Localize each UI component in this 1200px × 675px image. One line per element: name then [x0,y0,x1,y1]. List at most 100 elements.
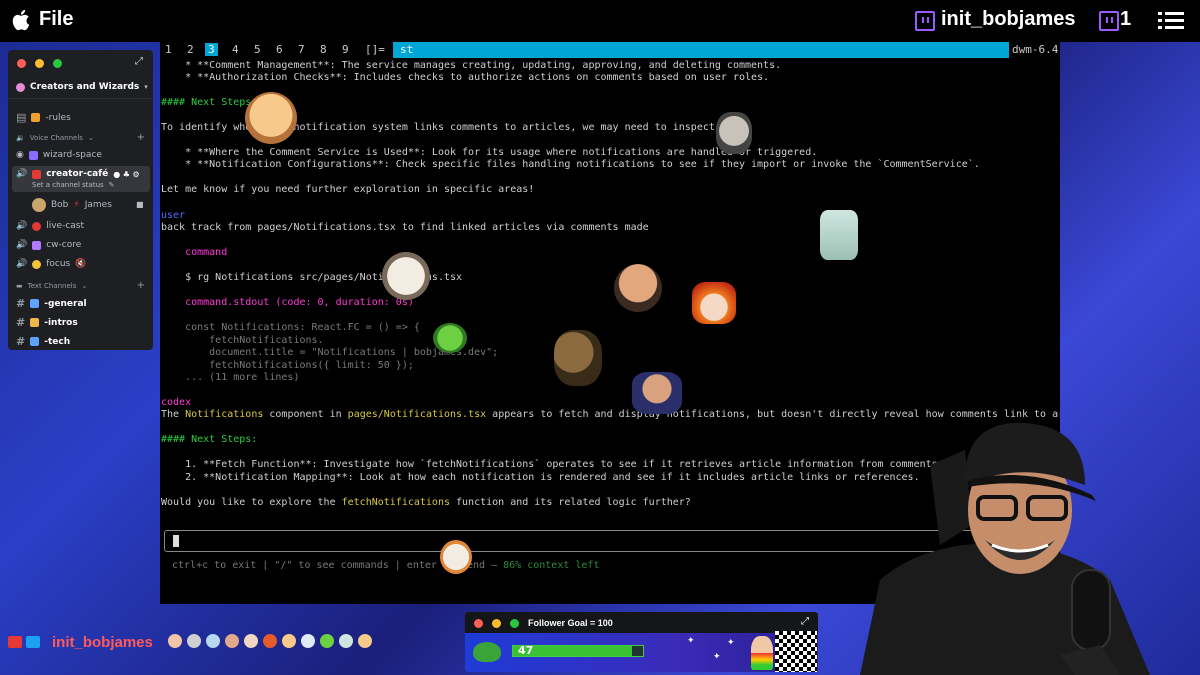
top-bar: File init_bobjames 1 [0,0,1200,42]
fire-alpaca-emote-icon [692,282,736,324]
bottom-username: init_bobjames [52,634,153,651]
sparkle-icon: ✦ [713,652,721,662]
discord-panel: ⤢ Creators and Wizards ▾ ▤ -rules 🔉 Voic… [8,50,153,350]
tag-7[interactable]: 7 [298,43,305,56]
output-line: * **Comment Management**: The service ma… [161,60,782,71]
voice-channel-cw-core[interactable]: 🔊 cw-core [16,240,81,250]
code-line: ... (11 more lines) [161,372,300,383]
muted-icon: 🔇 [75,259,87,269]
tag-2[interactable]: 2 [187,43,194,56]
speaker-small-icon: ▬ [16,282,23,290]
speaker-icon: 🔊 [16,240,28,250]
sparkle-icon: ✦ [687,636,695,646]
minimize-dot[interactable] [35,59,44,68]
chat-emote-icon [301,634,315,648]
voice-user-row[interactable]: Bob ⚡ James [32,198,112,212]
expand-icon[interactable]: ⤢ [801,616,809,627]
text-channel-tech[interactable]: # -tech [16,335,70,348]
viewer-count: 1 [1120,8,1132,30]
maximize-dot[interactable] [53,59,62,68]
maximize-dot[interactable] [510,619,519,628]
channel-rules[interactable]: ▤ -rules [16,111,71,124]
laptop-icon [30,337,40,346]
tag-6[interactable]: 6 [276,43,283,56]
command-label: command [161,247,228,258]
channel-label: focus [46,259,71,269]
add-text-channel-icon[interactable]: + [137,280,145,291]
close-dot[interactable] [474,619,483,628]
cheer-emote-icon [632,372,682,414]
apple-icon[interactable] [10,8,30,32]
goal-title: Follower Goal = 100 [528,618,613,628]
chat-emote-icon [225,634,239,648]
frog-emote-icon [433,323,467,353]
live-dot-icon [32,221,42,231]
camera-icon [26,636,40,648]
chat-emote-icon [339,634,353,648]
wm-version: dwm-6.4 [1012,43,1059,56]
chevron-down-icon: ⌄ [87,134,94,142]
text-channel-intros[interactable]: # -intros [16,316,78,329]
record-icon [8,636,22,648]
text-channel-general[interactable]: # -general [16,297,87,310]
chat-emote-icon [358,634,372,648]
chat-emote-icon [263,634,277,648]
stage-icon: ◉ [16,150,24,160]
stdout-label: command.stdout (code: 0, duration: 0s) [161,297,414,308]
tag-9[interactable]: 9 [342,43,349,56]
channel-label: -general [44,298,87,309]
lightning-icon: ⚡ [73,200,80,210]
hash-icon: # [16,297,26,310]
minimize-dot[interactable] [492,619,501,628]
chat-icon[interactable]: ● ♣ ⚙ [113,170,139,179]
chevron-down-icon: ⌄ [81,282,88,290]
server-icon [16,82,25,92]
divider [8,98,153,99]
speaker-icon: 🔊 [16,259,28,269]
top-username: init_bobjames [941,8,1076,30]
voice-user-name: Bob [51,200,69,210]
tag-1[interactable]: 1 [165,43,172,56]
output-line: * **Notification Configurations**: Check… [161,159,980,170]
output-line: * **Authorization Checks**: Includes che… [161,72,770,83]
voice-channel-wizard-space[interactable]: ◉ wizard-space [16,150,102,160]
twitch-icon [915,11,935,31]
chat-emote-icon [320,634,334,648]
channel-status[interactable]: Set a channel status ✎ [32,181,115,189]
tag-8[interactable]: 8 [320,43,327,56]
category-label: Text Channels [27,282,77,290]
output-line: Let me know if you need further explorat… [161,184,535,195]
layout-symbol[interactable]: []= [365,43,385,56]
pencil-icon: ✎ [108,181,115,189]
chat-emote-icon [282,634,296,648]
emoji-icon [32,259,42,269]
webcam-feed [860,422,1150,675]
add-voice-channel-icon[interactable]: + [137,132,145,143]
voice-channel-creator-cafe[interactable]: 🔊 creator-café ● ♣ ⚙ [16,169,140,179]
voice-channel-live-cast[interactable]: 🔊 live-cast [16,221,84,231]
role-user-label: user [161,210,186,221]
tag-3[interactable]: 3 [205,43,218,56]
expand-icon[interactable]: ⤢ [135,56,146,67]
emoji-icon [30,299,40,308]
speaker-icon: 🔊 [16,221,28,231]
tag-5[interactable]: 5 [254,43,261,56]
dog-emote-icon [245,92,297,144]
camera-icon: ■ [136,200,144,209]
code-line: fetchNotifications. [161,335,324,346]
voice-channel-focus[interactable]: 🔊 focus 🔇 [16,259,86,269]
finish-flag-icon [775,631,817,672]
voice-user-name: James [84,200,112,210]
text-category[interactable]: ▬ Text Channels ⌄ [16,282,87,290]
sparkle-icon: ✦ [727,638,735,648]
close-dot[interactable] [17,59,26,68]
chat-emote-icon [187,634,201,648]
tag-4[interactable]: 4 [232,43,239,56]
output-line: 2. **Notification Mapping**: Look at how… [161,472,920,483]
channel-label: creator-café [46,169,109,179]
chat-emote-icon [206,634,220,648]
menu-icon[interactable] [1158,11,1184,31]
server-header[interactable]: Creators and Wizards ▾ [16,82,148,92]
file-menu[interactable]: File [39,8,73,31]
voice-category[interactable]: 🔉 Voice Channels ⌄ [16,134,94,142]
